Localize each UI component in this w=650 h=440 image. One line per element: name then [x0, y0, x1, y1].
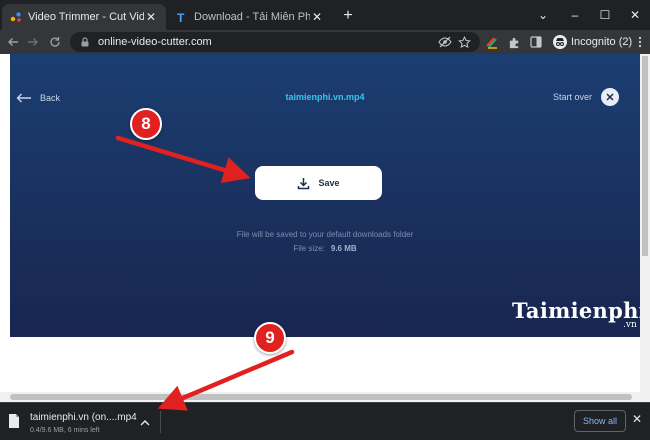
- video-cutter-favicon-icon: [10, 11, 22, 23]
- file-size-row: File size: 9.6 MB: [10, 244, 640, 253]
- address-bar[interactable]: [70, 32, 480, 52]
- tab-title: Download - Tải Miễn Phí VN - Ph: [194, 11, 310, 23]
- window-close-button[interactable]: ✕: [620, 0, 650, 30]
- tab-strip: Video Trimmer - Cut Video Online ✕ T Dow…: [0, 0, 650, 30]
- scrollbar-thumb[interactable]: [642, 56, 648, 256]
- download-icon: [298, 177, 310, 189]
- side-panel-icon[interactable]: [528, 34, 544, 50]
- download-progress-status: 0.4/9.6 MB, 6 mins left: [30, 427, 100, 434]
- download-item[interactable]: taimienphi.vn (on....mp4 0.4/9.6 MB, 6 m…: [6, 407, 156, 437]
- step-badge-8: 8: [130, 108, 162, 140]
- step-badge-9: 9: [254, 322, 286, 354]
- url-input[interactable]: [98, 36, 398, 48]
- download-shelf-close-icon[interactable]: ✕: [632, 412, 642, 426]
- incognito-label: Incognito (2): [571, 36, 633, 48]
- tab-close-icon[interactable]: ✕: [144, 10, 158, 24]
- tab-video-trimmer[interactable]: Video Trimmer - Cut Video Online ✕: [2, 4, 166, 30]
- file-size-label: File size:: [293, 244, 325, 253]
- taimienphi-watermark-domain: .vn: [623, 320, 637, 330]
- save-button[interactable]: Save: [255, 166, 382, 200]
- horizontal-scrollbar[interactable]: [0, 392, 650, 402]
- more-menu-icon[interactable]: [632, 34, 648, 50]
- back-arrow-icon[interactable]: [4, 33, 22, 51]
- save-note: File will be saved to your default downl…: [236, 230, 414, 239]
- file-icon: [9, 414, 19, 428]
- browser-toolbar: Incognito (2): [0, 30, 650, 54]
- bookmark-star-icon[interactable]: [456, 34, 472, 50]
- extensions-puzzle-icon[interactable]: [506, 34, 522, 50]
- download-shelf: taimienphi.vn (on....mp4 0.4/9.6 MB, 6 m…: [0, 402, 650, 440]
- download-file-name: taimienphi.vn (on....mp4: [30, 412, 137, 423]
- show-all-button[interactable]: Show all: [574, 410, 626, 432]
- tab-download-taimienphi[interactable]: T Download - Tải Miễn Phí VN - Ph ✕: [168, 4, 332, 30]
- save-panel: Back taimienphi.vn.mp4 Start over Save F…: [10, 54, 647, 337]
- page-viewport: Back taimienphi.vn.mp4 Start over Save F…: [0, 54, 647, 392]
- vertical-scrollbar[interactable]: [640, 54, 650, 392]
- tab-close-icon[interactable]: ✕: [310, 10, 324, 24]
- file-name: taimienphi.vn.mp4: [285, 92, 365, 102]
- extension-color-icon[interactable]: [484, 34, 500, 50]
- start-over-link[interactable]: Start over: [553, 92, 592, 102]
- reload-icon[interactable]: [46, 33, 64, 51]
- tab-title: Video Trimmer - Cut Video Online: [28, 11, 144, 23]
- tab-search-chevron-icon[interactable]: ⌄: [528, 0, 558, 30]
- chevron-up-icon[interactable]: [140, 418, 150, 429]
- file-size-value: 9.6 MB: [330, 244, 357, 253]
- svg-text:T: T: [177, 11, 185, 23]
- minimize-button[interactable]: –: [560, 0, 590, 30]
- close-icon[interactable]: [601, 88, 619, 106]
- save-label: Save: [318, 178, 340, 188]
- taimienphi-favicon-icon: T: [176, 11, 188, 23]
- scrollbar-thumb[interactable]: [10, 394, 632, 400]
- eye-off-icon[interactable]: [437, 34, 453, 50]
- maximize-button[interactable]: ☐: [590, 0, 620, 30]
- lock-icon: [81, 37, 89, 47]
- new-tab-button[interactable]: +: [340, 6, 356, 26]
- download-divider: [160, 411, 161, 433]
- forward-arrow-icon[interactable]: [24, 33, 42, 51]
- incognito-icon: [553, 35, 567, 49]
- incognito-profile[interactable]: Incognito (2): [553, 33, 632, 51]
